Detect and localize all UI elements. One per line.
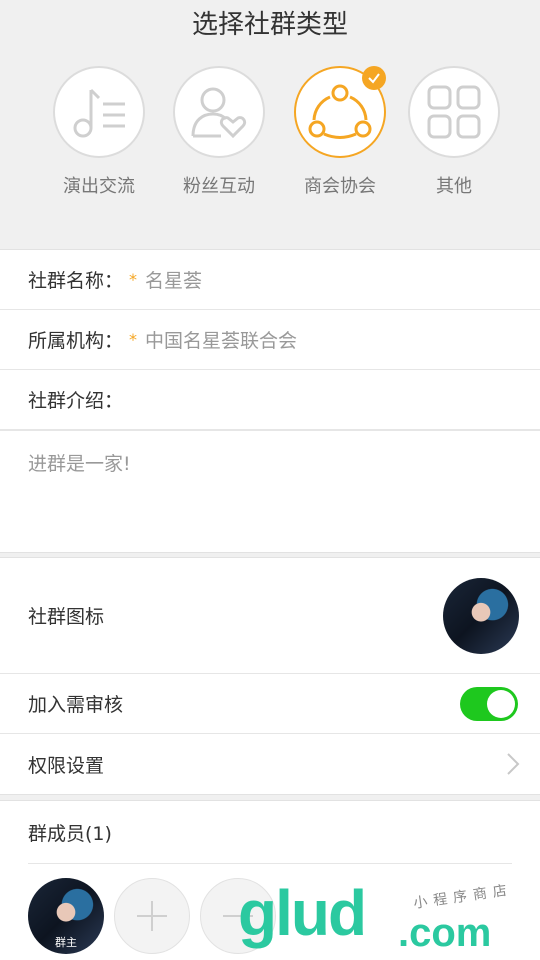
type-option-other[interactable]: 其他 — [408, 66, 500, 198]
permission-row[interactable]: 权限设置 — [0, 734, 540, 794]
intro-textarea[interactable]: 进群是一家! — [0, 430, 540, 552]
review-toggle[interactable] — [460, 686, 518, 721]
org-row[interactable]: 所属机构： * 中国名星荟联合会 — [0, 310, 540, 370]
permission-label: 权限设置 — [28, 754, 105, 777]
check-icon — [362, 66, 386, 90]
type-circle — [408, 66, 500, 158]
icon-label: 社群图标 — [28, 606, 105, 628]
org-input[interactable]: 中国名星荟联合会 — [145, 326, 297, 353]
watermark-logo: glud .com 小程序商店 — [238, 877, 528, 956]
community-avatar[interactable] — [443, 577, 519, 654]
type-label: 商会协会 — [304, 176, 376, 197]
intro-label: 社群介绍： — [28, 390, 124, 412]
org-label: 所属机构： — [28, 330, 124, 352]
members-title: 群成员(1) — [28, 822, 112, 845]
owner-tag: 群主 — [55, 936, 77, 949]
intro-row: 社群介绍： — [0, 370, 540, 430]
required-mark: * — [129, 270, 138, 289]
community-form: 社群名称： * 名星荟 所属机构： * 中国名星荟联合会 社群介绍： 进群是一家… — [0, 249, 540, 553]
grid-icon — [427, 85, 481, 139]
page-title: 选择社群类型 — [191, 10, 348, 40]
type-label: 粉丝互动 — [183, 176, 255, 197]
name-row[interactable]: 社群名称： * 名星荟 — [0, 250, 540, 310]
type-option-performance[interactable]: 演出交流 — [53, 66, 145, 198]
type-selector-header: 选择社群类型 演出交流 粉丝互动 商会协会 其他 — [0, 0, 540, 248]
settings-section: 社群图标 加入需审核 权限设置 — [0, 557, 540, 795]
watermark-domain: .com — [398, 911, 492, 955]
icon-row[interactable]: 社群图标 — [0, 558, 540, 674]
member-avatar[interactable]: 群主 — [28, 878, 104, 954]
music-list-icon — [73, 88, 125, 138]
type-label: 其他 — [436, 176, 472, 197]
type-label: 演出交流 — [63, 176, 135, 197]
type-circle — [53, 66, 145, 158]
watermark-brand: glud — [238, 877, 367, 949]
name-input[interactable]: 名星荟 — [145, 266, 202, 293]
toggle-knob — [487, 689, 515, 718]
type-option-fans[interactable]: 粉丝互动 — [173, 66, 265, 198]
review-label: 加入需审核 — [28, 694, 124, 716]
type-circle-selected — [294, 66, 386, 158]
required-mark: * — [129, 330, 138, 349]
review-row: 加入需审核 — [0, 674, 540, 734]
type-option-commerce[interactable]: 商会协会 — [294, 66, 386, 198]
plus-icon — [137, 901, 167, 931]
share-nodes-icon — [308, 84, 372, 139]
name-label: 社群名称： — [28, 270, 124, 292]
type-circle — [173, 66, 265, 158]
chevron-right-icon — [507, 753, 520, 775]
user-heart-icon — [191, 87, 247, 139]
add-member-button[interactable] — [114, 878, 190, 954]
